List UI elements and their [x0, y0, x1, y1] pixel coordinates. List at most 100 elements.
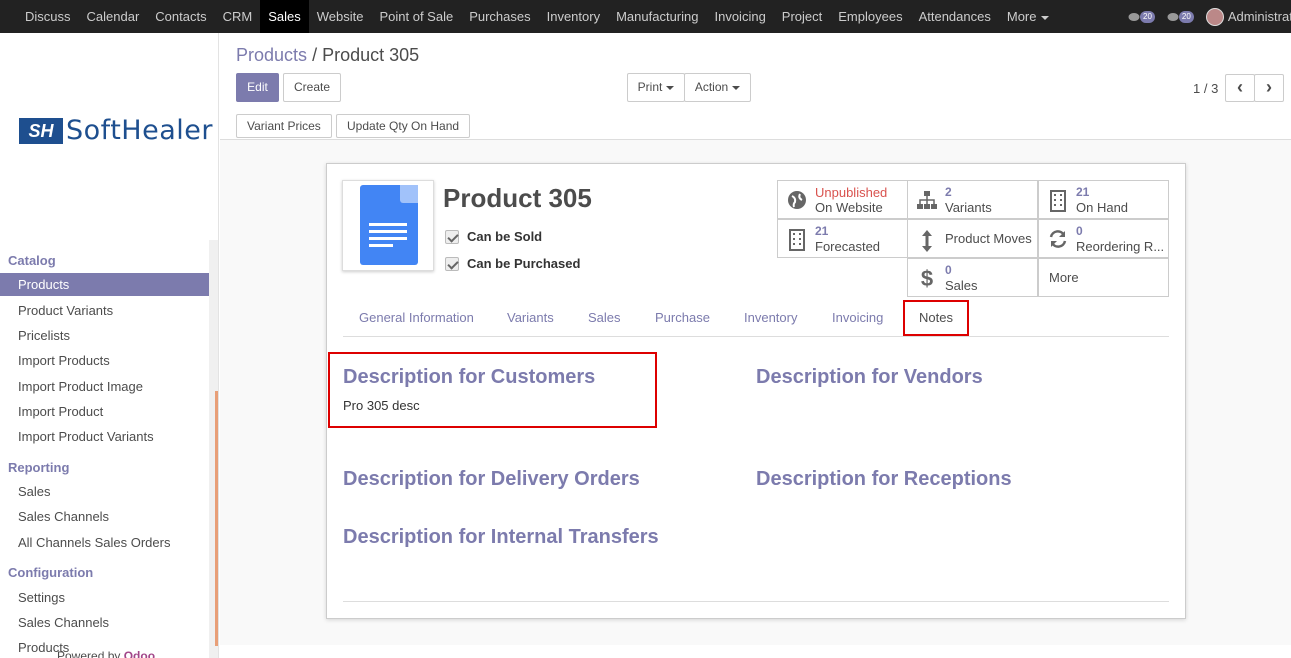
variants-smart-button[interactable]: 2 Variants [907, 180, 1038, 219]
product-image[interactable] [342, 180, 434, 271]
menu-contacts[interactable]: Contacts [147, 0, 214, 33]
tab-sales[interactable]: Sales [588, 300, 621, 337]
activities-badge: 20 [1178, 10, 1194, 23]
action-button[interactable]: Action [684, 73, 751, 102]
can-be-purchased-field: Can be Purchased [445, 256, 580, 271]
company-logo: SH SoftHealer [19, 115, 213, 146]
tab-general-information[interactable]: General Information [359, 300, 474, 337]
logo-mark: SH [19, 117, 63, 144]
vendors-description-title: Description for Vendors [756, 366, 983, 388]
chevron-down-icon [666, 85, 675, 90]
sidebar-item-settings[interactable]: Settings [0, 586, 209, 609]
tab-invoicing[interactable]: Invoicing [832, 300, 883, 337]
sidebar-item-sales[interactable]: Sales [0, 480, 209, 503]
powered-by-label: Powered by [57, 649, 121, 658]
sitemap-icon [916, 190, 938, 212]
more-smart-button[interactable]: More [1038, 258, 1169, 297]
breadcrumb: Products / Product 305 [236, 45, 419, 66]
breadcrumb-current: Product 305 [322, 45, 420, 65]
sidebar-section-reporting: Reporting [8, 460, 70, 475]
chevron-right-icon: › [1266, 77, 1272, 97]
pager-value: 1 / 3 [1193, 81, 1219, 96]
pager-previous-button[interactable]: ‹ [1225, 74, 1255, 102]
product-moves-label: Product Moves [945, 231, 1032, 246]
menu-point-of-sale[interactable]: Point of Sale [371, 0, 461, 33]
user-name[interactable]: Administrator [1228, 9, 1291, 24]
sales-count: 0 [945, 263, 952, 277]
refresh-icon [1047, 229, 1069, 251]
divider [343, 601, 1169, 602]
sidebar-item-all-channels-sales-orders[interactable]: All Channels Sales Orders [0, 531, 209, 554]
avatar[interactable] [1205, 7, 1224, 26]
tab-inventory[interactable]: Inventory [744, 300, 797, 337]
chevron-left-icon: ‹ [1237, 77, 1243, 97]
forecasted-smart-button[interactable]: 21 Forecasted [777, 219, 908, 258]
customers-description-text[interactable]: Pro 305 desc [343, 398, 420, 413]
form-sheet: Product 305 Can be Sold Can be Purchased… [326, 163, 1186, 619]
product-name: Product 305 [443, 183, 592, 213]
sidebar-item-import-product[interactable]: Import Product [0, 400, 209, 423]
sidebar-scrollbar-thumb[interactable] [215, 391, 218, 646]
tab-variants[interactable]: Variants [507, 300, 554, 337]
menu-website[interactable]: Website [309, 0, 372, 33]
sales-smart-button[interactable]: $ 0 Sales [907, 258, 1038, 297]
can-be-sold-field: Can be Sold [445, 229, 542, 244]
activities-button[interactable]: 20 [1167, 10, 1194, 23]
menu-invoicing[interactable]: Invoicing [706, 0, 773, 33]
reordering-count: 0 [1076, 224, 1083, 238]
update-qty-button[interactable]: Update Qty On Hand [336, 114, 471, 138]
menu-calendar[interactable]: Calendar [79, 0, 148, 33]
sidebar-item-import-products[interactable]: Import Products [0, 349, 209, 372]
can-be-purchased-label: Can be Purchased [467, 256, 581, 271]
product-moves-smart-button[interactable]: Product Moves [907, 219, 1038, 258]
menu-manufacturing[interactable]: Manufacturing [608, 0, 706, 33]
powered-by: Powered by Odoo [57, 649, 155, 658]
variants-count: 2 [945, 185, 952, 199]
messages-button[interactable]: 20 [1128, 10, 1155, 23]
menu-more[interactable]: More [999, 0, 1058, 33]
edit-button[interactable]: Edit [236, 73, 279, 102]
menu-inventory[interactable]: Inventory [539, 0, 608, 33]
document-icon [360, 185, 418, 265]
menu-purchases[interactable]: Purchases [461, 0, 538, 33]
menu-employees[interactable]: Employees [830, 0, 910, 33]
chevron-down-icon [1041, 15, 1050, 20]
chat-icon [1128, 12, 1140, 21]
menu-crm[interactable]: CRM [215, 0, 261, 33]
breadcrumb-products[interactable]: Products [236, 45, 307, 65]
sales-label: Sales [945, 278, 978, 293]
powered-by-brand[interactable]: Odoo [124, 649, 155, 658]
sidebar-item-import-product-image[interactable]: Import Product Image [0, 375, 209, 398]
sidebar-item-config-sales-channels[interactable]: Sales Channels [0, 611, 209, 634]
website-smart-button[interactable]: Unpublished On Website [777, 180, 908, 219]
website-state: Unpublished [815, 185, 888, 200]
menu-discuss[interactable]: Discuss [17, 0, 79, 33]
sidebar-item-product-variants[interactable]: Product Variants [0, 299, 209, 322]
tab-notes[interactable]: Notes [903, 300, 969, 336]
menu-project[interactable]: Project [774, 0, 830, 33]
on-hand-smart-button[interactable]: 21 On Hand [1038, 180, 1169, 219]
sidebar-item-products[interactable]: Products [0, 273, 209, 296]
can-be-sold-checkbox[interactable] [445, 229, 459, 244]
building-icon [1047, 190, 1069, 212]
sidebar-item-import-product-variants[interactable]: Import Product Variants [0, 425, 209, 448]
tab-purchase[interactable]: Purchase [655, 300, 710, 337]
logo-text: SoftHealer [66, 115, 213, 146]
on-hand-count: 21 [1076, 185, 1090, 199]
comments-icon [1167, 12, 1179, 21]
menu-sales[interactable]: Sales [260, 0, 309, 33]
systray: 20 20 Administrator [1128, 0, 1291, 33]
can-be-purchased-checkbox[interactable] [445, 256, 459, 271]
website-label: On Website [815, 200, 883, 215]
reordering-smart-button[interactable]: 0 Reordering R... [1038, 219, 1169, 258]
variant-prices-button[interactable]: Variant Prices [236, 114, 332, 138]
pager-next-button[interactable]: › [1254, 74, 1284, 102]
sidebar-section-configuration: Configuration [8, 565, 94, 580]
create-button[interactable]: Create [283, 73, 341, 102]
app-menu: Discuss Calendar Contacts CRM Sales Webs… [0, 0, 1057, 33]
print-button[interactable]: Print [627, 73, 685, 102]
customer-description-highlight [328, 352, 657, 428]
menu-attendances[interactable]: Attendances [911, 0, 999, 33]
sidebar-item-sales-channels[interactable]: Sales Channels [0, 505, 209, 528]
sidebar-item-pricelists[interactable]: Pricelists [0, 324, 209, 347]
